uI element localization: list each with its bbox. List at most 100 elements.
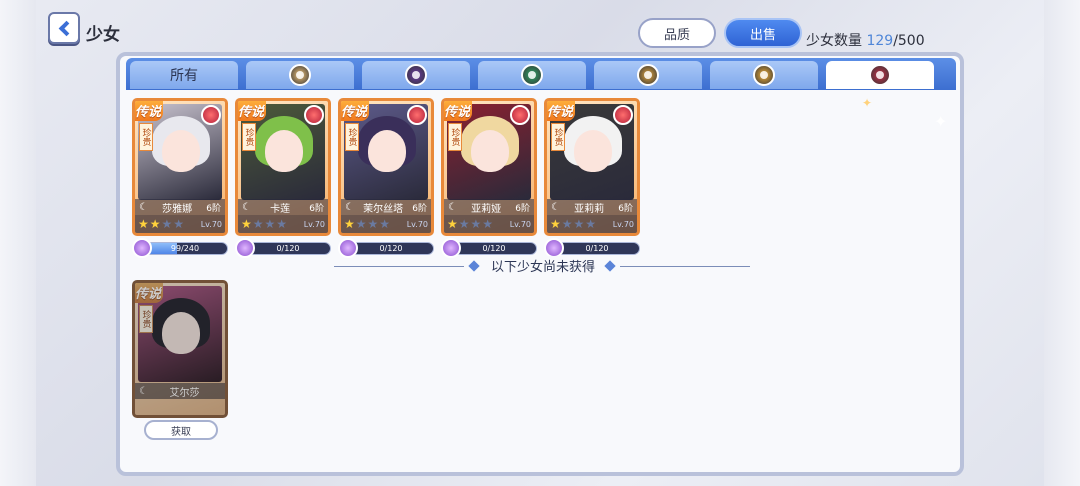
exp-gem-icon — [441, 238, 461, 258]
card-rank: 6阶 — [618, 203, 633, 214]
card-name: 艾尔莎 — [169, 387, 200, 399]
not-obtained-divider: 以下少女尚未获得 — [334, 256, 750, 275]
not-obtained-label: 以下少女尚未获得 — [484, 256, 602, 275]
tab-dark[interactable] — [362, 61, 470, 89]
tab-all-label: 所有 — [170, 68, 198, 84]
tab-sun[interactable] — [710, 61, 818, 89]
fire-element-icon — [407, 105, 427, 125]
girl-count-label: 少女数量 — [806, 33, 867, 49]
girl-card[interactable]: 传说 珍贵 ☾ 亚莉娅 6阶 ★ ★ ★ ★ Lv.70 — [441, 98, 537, 236]
star-icon: ★ — [585, 217, 597, 231]
element-tab-bar: 所有 — [126, 58, 956, 90]
back-button[interactable] — [48, 12, 80, 44]
card-level: Lv.70 — [612, 219, 634, 229]
exp-text: 0/120 — [379, 244, 403, 253]
star-bar: ★ ★ ★ ★ Lv.70 — [135, 215, 225, 233]
card-level: Lv.70 — [200, 219, 222, 229]
exp-gem-icon — [544, 238, 564, 258]
portrait-face — [265, 130, 303, 172]
star-icon: ★ — [344, 217, 355, 231]
screen-edge-left — [0, 0, 36, 486]
tab-water[interactable] — [594, 61, 702, 89]
obtain-button[interactable]: 获取 — [144, 420, 218, 440]
exp-gem-icon — [132, 238, 152, 258]
girl-card[interactable]: 传说 珍贵 ☾ 卡莲 6阶 ★ ★ ★ ★ Lv.70 — [235, 98, 331, 236]
exp-text: 99/240 — [170, 244, 200, 253]
exp-bar-group: 99/240 — [132, 238, 228, 258]
exp-bar-group: 0/120 — [235, 238, 331, 258]
card-name-bar: ☾ 莎雅娜 6阶 — [135, 199, 225, 215]
exp-gem-icon — [338, 238, 358, 258]
star-bar: ★ ★ ★ ★ Lv.70 — [547, 215, 637, 233]
star-icon: ★ — [241, 217, 252, 231]
exp-bar: 0/120 — [348, 242, 434, 255]
card-level: Lv.70 — [509, 219, 531, 229]
portrait-face — [471, 130, 509, 172]
exp-text: 0/120 — [482, 244, 506, 253]
star-icon: ★ — [138, 217, 149, 231]
card-name-bar: ☾ 卡莲 6阶 — [238, 199, 328, 215]
class-icon: ☾ — [345, 201, 354, 213]
card-rank: 6阶 — [412, 203, 427, 214]
card-rank: 6阶 — [309, 203, 324, 214]
class-icon: ☾ — [139, 201, 148, 213]
legend-badge: 传说 — [135, 101, 163, 121]
card-level: Lv.70 — [303, 219, 325, 229]
fire-element-icon — [304, 105, 324, 125]
quality-sort-button[interactable]: 品质 — [638, 18, 716, 48]
page-title: 少女 — [86, 25, 120, 45]
star-bar: ★ ★ ★ ★ Lv.70 — [341, 215, 431, 233]
card-name-bar: ☾ 茉尔丝塔 6阶 — [341, 199, 431, 215]
star-icon: ★ — [470, 217, 482, 231]
tab-all[interactable]: 所有 — [130, 61, 238, 89]
star-icon: ★ — [379, 217, 391, 231]
fire-element-icon — [201, 105, 221, 125]
light-element-icon — [289, 64, 311, 86]
sell-button[interactable]: 出售 — [724, 18, 802, 48]
exp-bar: 99/240 — [142, 242, 228, 255]
star-icon: ★ — [447, 217, 458, 231]
card-name: 茉尔丝塔 — [363, 203, 404, 215]
screen-edge-right — [1044, 0, 1080, 486]
chevron-left-icon — [58, 20, 74, 36]
rarity-badge: 珍贵 — [139, 123, 153, 151]
card-name: 卡莲 — [270, 203, 291, 215]
girl-card[interactable]: 传说 珍贵 ☾ 亚莉莉 6阶 ★ ★ ★ ★ Lv.70 — [544, 98, 640, 236]
tab-fire[interactable] — [826, 61, 934, 89]
card-name: 亚莉莉 — [574, 203, 605, 215]
card-name-bar: ☾ 亚莉莉 6阶 — [547, 199, 637, 215]
sun-element-icon — [753, 64, 775, 86]
rarity-badge: 珍贵 — [448, 123, 462, 151]
fire-element-icon — [613, 105, 633, 125]
locked-girl-card[interactable]: 传说 珍贵 ☾ 艾尔莎 — [132, 280, 228, 418]
legend-badge: 传说 — [341, 101, 369, 121]
card-rank: 6阶 — [206, 203, 221, 214]
girl-count: 少女数量 129/500 — [806, 30, 925, 50]
tab-light[interactable] — [246, 61, 354, 89]
fire-element-icon — [510, 105, 530, 125]
nature-element-icon — [521, 64, 543, 86]
exp-bar-group: 0/120 — [544, 238, 640, 258]
card-name-bar: ☾ 艾尔莎 — [135, 383, 225, 399]
card-name: 亚莉娅 — [471, 203, 502, 215]
girl-card[interactable]: 传说 珍贵 ☾ 茉尔丝塔 6阶 ★ ★ ★ ★ Lv.70 — [338, 98, 434, 236]
star-icon: ★ — [149, 217, 161, 231]
portrait-face — [574, 130, 612, 172]
star-icon: ★ — [367, 217, 379, 231]
fire-element-icon — [869, 64, 891, 86]
star-icon: ★ — [264, 217, 276, 231]
portrait-face — [162, 130, 200, 172]
star-icon: ★ — [550, 217, 561, 231]
class-icon: ☾ — [448, 201, 457, 213]
legend-badge: 传说 — [135, 283, 163, 303]
exp-text: 0/120 — [585, 244, 609, 253]
exp-gem-icon — [235, 238, 255, 258]
sparkle-icon: ✦ — [934, 112, 948, 131]
card-level: Lv.70 — [406, 219, 428, 229]
exp-bar: 0/120 — [451, 242, 537, 255]
class-icon: ☾ — [139, 385, 148, 397]
exp-text: 0/120 — [276, 244, 300, 253]
rarity-badge: 珍贵 — [242, 123, 256, 151]
girl-card[interactable]: 传说 珍贵 ☾ 莎雅娜 6阶 ★ ★ ★ ★ Lv.70 — [132, 98, 228, 236]
tab-nature[interactable] — [478, 61, 586, 89]
